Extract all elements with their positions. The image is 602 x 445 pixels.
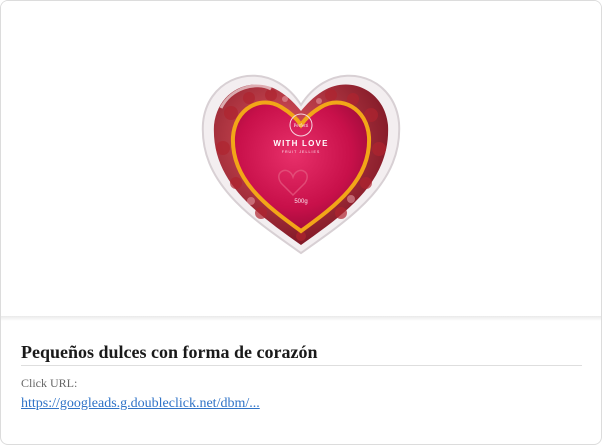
headline-text: WITH LOVE — [273, 139, 328, 148]
ad-title[interactable]: Pequeños dulces con forma de corazón — [21, 341, 582, 366]
heart-candy-box-image: Perfetti WITH LOVE FRUIT JELLIES 500g — [201, 74, 401, 255]
click-url-label: Click URL: — [21, 376, 78, 390]
image-divider — [1, 316, 601, 321]
product-image-area[interactable]: Perfetti WITH LOVE FRUIT JELLIES 500g — [1, 1, 601, 316]
ad-info: Pequeños dulces con forma de corazón Cli… — [21, 341, 582, 413]
weight-text: 500g — [294, 199, 307, 205]
click-url-link[interactable]: https://googleads.g.doubleclick.net/dbm/… — [21, 395, 260, 413]
subline-text: FRUIT JELLIES — [282, 150, 321, 154]
ad-card[interactable]: Perfetti WITH LOVE FRUIT JELLIES 500g Pe… — [0, 0, 602, 445]
brand-text: Perfetti — [294, 124, 309, 129]
